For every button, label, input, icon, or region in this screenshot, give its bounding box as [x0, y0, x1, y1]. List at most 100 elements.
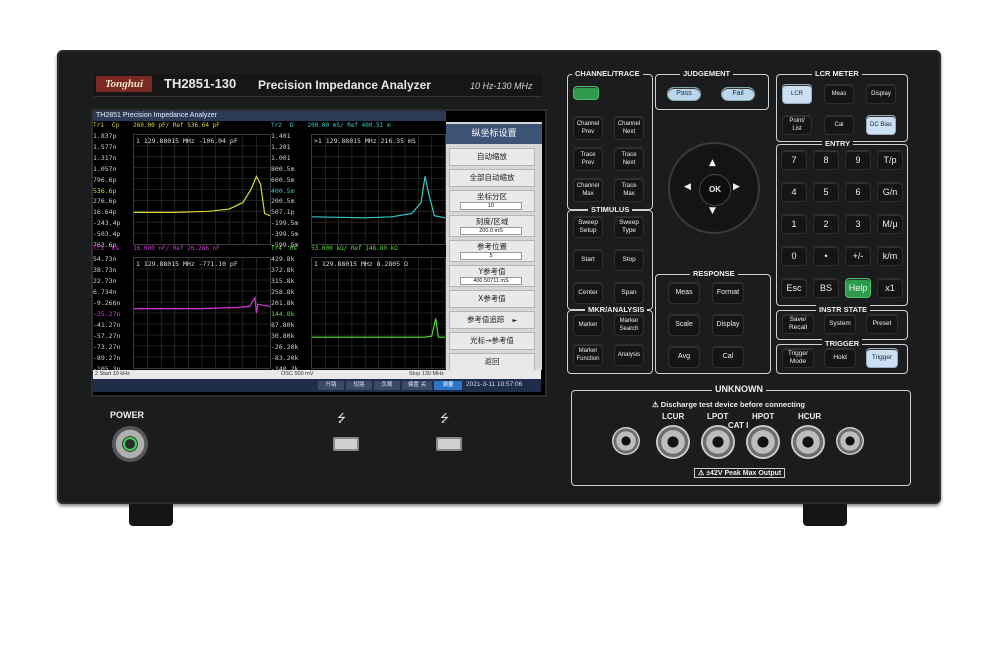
center-button[interactable]: Center — [573, 282, 603, 304]
scale-button[interactable]: Scale — [668, 314, 700, 336]
key-k-m[interactable]: k/m — [877, 246, 903, 266]
trace-id: Tr4 — [271, 245, 282, 252]
trace-plot-area[interactable]: 1 129.88015 MHz 8.2805 Ω — [311, 257, 446, 369]
up-arrow-icon[interactable]: ▲ — [709, 158, 716, 168]
down-arrow-icon[interactable]: ▼ — [709, 206, 716, 216]
channel-prev-button[interactable]: Channel Prev — [573, 116, 603, 140]
trace-plot-area[interactable]: 1 129.88015 MHz -106.04 pF — [133, 134, 271, 245]
analysis-button[interactable]: Analysis — [614, 344, 644, 366]
trace-header[interactable]: Tr1 Cp 260.00 pF/ Ref 536.64 pF — [93, 122, 220, 129]
meas-button[interactable]: Meas — [824, 84, 854, 104]
taskbar-open[interactable]: 开路 — [318, 381, 344, 390]
hcur-connector[interactable] — [791, 425, 825, 459]
span-button[interactable]: Span — [614, 282, 644, 304]
right-foot — [803, 504, 847, 526]
system-button[interactable]: System — [824, 314, 856, 334]
soft-menu-value-field[interactable]: 200.0 mS — [460, 227, 522, 235]
usb-port-1[interactable] — [333, 437, 359, 451]
trace-scale: 200.00 mS/ Ref 400.51 m — [307, 122, 391, 129]
pass-button[interactable]: Pass — [667, 87, 701, 101]
trigger-mode-button[interactable]: Trigger Mode — [782, 348, 814, 368]
channel-max-button[interactable]: Channel Max — [573, 178, 603, 202]
trace-next-button[interactable]: Trace Next — [614, 147, 644, 171]
trace-prev-button[interactable]: Trace Prev — [573, 147, 603, 171]
response-cal-button[interactable]: Cal — [712, 346, 744, 368]
trace-max-button[interactable]: Trace Max — [614, 178, 644, 202]
key-3[interactable]: 3 — [845, 214, 871, 234]
marker-function-button[interactable]: Marker Function — [573, 344, 603, 366]
key-5[interactable]: 5 — [813, 182, 839, 202]
y-tick-label: 54.73n — [93, 255, 117, 263]
key-dot[interactable]: • — [813, 246, 839, 266]
taskbar-bias[interactable]: 偏置 关 — [402, 381, 432, 390]
sweep-setup-button[interactable]: Sweep Setup — [573, 216, 603, 238]
taskbar-short[interactable]: 短路 — [346, 381, 372, 390]
cal-button[interactable]: Cal — [824, 115, 854, 135]
soft-menu-item[interactable]: 自动缩放 — [449, 148, 535, 166]
taskbar-measure[interactable]: 测量 — [434, 381, 462, 390]
fail-button[interactable]: Fail — [721, 87, 755, 101]
key-2[interactable]: 2 — [813, 214, 839, 234]
esc-button[interactable]: Esc — [781, 278, 807, 298]
key-m-u[interactable]: M/μ — [877, 214, 903, 234]
avg-button[interactable]: Avg — [668, 346, 700, 368]
save-recall-button[interactable]: Save/ Recall — [782, 314, 814, 334]
key-6[interactable]: 6 — [845, 182, 871, 202]
soft-menu-value-field[interactable]: 10 — [460, 202, 522, 210]
key-4[interactable]: 4 — [781, 182, 807, 202]
right-arrow-icon[interactable]: ▶ — [733, 182, 740, 192]
soft-menu-value-field[interactable]: 5 — [460, 252, 522, 260]
power-button[interactable] — [112, 426, 148, 462]
sweep-type-button[interactable]: Sweep Type — [614, 216, 644, 238]
channel-next-button[interactable]: Channel Next — [614, 116, 644, 140]
left-arrow-icon[interactable]: ◀ — [684, 182, 691, 192]
trace-header[interactable]: Tr2 D 200.00 mS/ Ref 400.51 m — [271, 122, 391, 129]
soft-menu-item[interactable]: X参考值 — [449, 290, 535, 308]
taskbar-load[interactable]: 负载 — [374, 381, 400, 390]
key-8[interactable]: 8 — [813, 150, 839, 170]
backspace-button[interactable]: BS — [813, 278, 839, 298]
lpot-connector[interactable] — [701, 425, 735, 459]
soft-menu-item[interactable]: 全部自动缩放 — [449, 169, 535, 187]
y-tick-label: -41.27n — [93, 321, 121, 329]
lcur-connector[interactable] — [656, 425, 690, 459]
soft-menu-item[interactable]: 光标→参考值 — [449, 332, 535, 350]
help-button[interactable]: Help — [845, 278, 871, 298]
hold-button[interactable]: Hold — [824, 348, 856, 368]
start-button[interactable]: Start — [573, 249, 603, 271]
trace-header[interactable]: Tr4 Rs 53.000 kΩ/ Ref 148.80 kΩ — [271, 245, 398, 252]
key-g-n[interactable]: G/n — [877, 182, 903, 202]
soft-menu-item[interactable]: 参考值追踪 ► — [449, 311, 535, 329]
lcr-button[interactable]: LCR — [782, 84, 812, 104]
response-meas-button[interactable]: Meas — [668, 282, 700, 304]
display-button[interactable]: Display — [866, 84, 896, 104]
usb-port-2[interactable] — [436, 437, 462, 451]
key-7[interactable]: 7 — [781, 150, 807, 170]
trace-plot-area[interactable]: 1 129.88015 MHz -771.10 pF — [133, 257, 271, 369]
trace-plot-area[interactable]: >1 129.88015 MHz 216.35 mS — [311, 134, 446, 245]
trigger-button[interactable]: Trigger — [866, 348, 898, 368]
key-0[interactable]: 0 — [781, 246, 807, 266]
trace-header[interactable]: Tr3 Cs 16.000 nF/ Ref 26.266 nF — [93, 245, 220, 252]
guard-terminal-right[interactable] — [836, 427, 864, 455]
marker-button[interactable]: Marker — [573, 314, 603, 336]
key-1[interactable]: 1 — [781, 214, 807, 234]
soft-menu-item[interactable]: 返回 — [449, 353, 535, 371]
key-plus-minus[interactable]: +/- — [845, 246, 871, 266]
point-list-button[interactable]: Point/ List — [782, 115, 812, 135]
hpot-connector[interactable] — [746, 425, 780, 459]
key-9[interactable]: 9 — [845, 150, 871, 170]
format-button[interactable]: Format — [712, 282, 744, 304]
dc-bias-button[interactable]: DC Bias — [866, 115, 896, 135]
channel-indicator-button[interactable] — [573, 86, 599, 100]
ok-button[interactable]: OK — [699, 174, 731, 206]
response-display-button[interactable]: Display — [712, 314, 744, 336]
stop-button[interactable]: Stop — [614, 249, 644, 271]
y-tick-label: 429.8k — [271, 255, 295, 263]
marker-search-button[interactable]: Marker Search — [614, 314, 644, 336]
soft-menu-value-field[interactable]: 400.50711 mS — [460, 277, 522, 285]
key-t-p[interactable]: T/p — [877, 150, 903, 170]
guard-terminal-left[interactable] — [612, 427, 640, 455]
x1-button[interactable]: x1 — [877, 278, 903, 298]
preset-button[interactable]: Preset — [866, 314, 898, 334]
